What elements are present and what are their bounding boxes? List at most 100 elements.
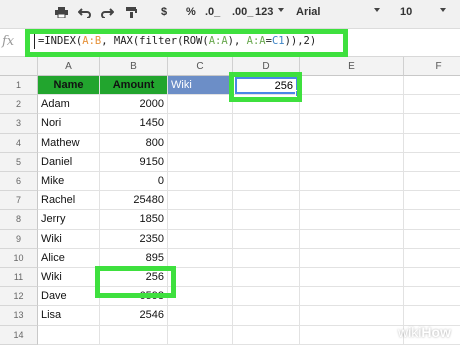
cell[interactable]: [300, 95, 404, 115]
cell-name-header[interactable]: Name: [38, 76, 100, 96]
cell[interactable]: [168, 325, 233, 345]
cell[interactable]: [404, 191, 460, 211]
cell[interactable]: [300, 152, 404, 172]
cell[interactable]: [168, 306, 233, 326]
row-header-11[interactable]: 11: [0, 268, 38, 288]
cell[interactable]: [404, 249, 460, 268]
cell[interactable]: [404, 153, 460, 172]
row-header-5[interactable]: 5: [0, 152, 38, 172]
row-header-13[interactable]: 13: [0, 306, 38, 326]
cell[interactable]: [38, 325, 100, 345]
cell-name[interactable]: Adam: [38, 95, 100, 115]
cell-name[interactable]: Wiki: [38, 268, 100, 288]
row-header-1[interactable]: 1: [0, 76, 38, 96]
formula-input[interactable]: =INDEX(A:B, MAX(filter(ROW(A:A), A:A=C1)…: [38, 35, 316, 47]
cell[interactable]: [404, 114, 460, 134]
cell-amount[interactable]: 2546: [100, 306, 168, 326]
cell[interactable]: [233, 229, 300, 249]
select-all-corner[interactable]: [0, 57, 38, 76]
cell-amount[interactable]: 0: [100, 172, 168, 192]
cell[interactable]: [168, 152, 233, 172]
cell[interactable]: [233, 133, 300, 153]
cell-amount[interactable]: 1450: [100, 114, 168, 134]
cell-amount[interactable]: 800: [100, 133, 168, 153]
increase-decimal-button[interactable]: .00_: [232, 6, 253, 18]
cell-amount-header[interactable]: Amount: [100, 76, 168, 96]
row-header-2[interactable]: 2: [0, 95, 38, 115]
cell-amount[interactable]: 1850: [100, 210, 168, 230]
cell[interactable]: [168, 248, 233, 268]
cell-name[interactable]: Nori: [38, 114, 100, 134]
column-header-f[interactable]: F: [404, 57, 460, 76]
cell[interactable]: [300, 210, 404, 230]
cell-name[interactable]: Rachel: [38, 191, 100, 211]
cell[interactable]: [168, 95, 233, 115]
cell[interactable]: [233, 210, 300, 230]
cell[interactable]: [300, 229, 404, 249]
cell[interactable]: [168, 287, 233, 307]
cell[interactable]: [300, 133, 404, 153]
row-header-12[interactable]: 12: [0, 287, 38, 307]
number-format-dropdown[interactable]: 123: [255, 6, 273, 18]
cell[interactable]: [233, 248, 300, 268]
cell[interactable]: [404, 172, 460, 192]
undo-icon[interactable]: [78, 7, 91, 18]
paint-format-icon[interactable]: [125, 7, 138, 18]
cell-name[interactable]: Dave: [38, 287, 100, 307]
row-header-8[interactable]: 8: [0, 210, 38, 230]
cell[interactable]: [233, 268, 300, 288]
column-header-b[interactable]: B: [100, 57, 168, 76]
cell[interactable]: [100, 325, 168, 345]
row-header-6[interactable]: 6: [0, 172, 38, 192]
cell[interactable]: [233, 172, 300, 192]
font-family-dropdown[interactable]: Arial: [296, 6, 320, 18]
cell[interactable]: [300, 306, 404, 326]
cell[interactable]: [233, 287, 300, 307]
cell-amount[interactable]: 2350: [100, 229, 168, 249]
row-header-3[interactable]: 3: [0, 114, 38, 134]
cell[interactable]: [168, 172, 233, 192]
row-header-10[interactable]: 10: [0, 248, 38, 268]
cell-name[interactable]: Mike: [38, 172, 100, 192]
cell[interactable]: [168, 229, 233, 249]
cell-name[interactable]: Lisa: [38, 306, 100, 326]
percent-format-button[interactable]: %: [186, 6, 196, 18]
cell[interactable]: [404, 95, 460, 115]
cell-name[interactable]: Wiki: [38, 229, 100, 249]
cell-name[interactable]: Alice: [38, 248, 100, 268]
row-header-4[interactable]: 4: [0, 133, 38, 153]
cell[interactable]: [300, 172, 404, 192]
print-icon[interactable]: [55, 7, 68, 18]
cell[interactable]: [404, 210, 460, 230]
cell[interactable]: [168, 114, 233, 134]
cell[interactable]: [404, 76, 460, 96]
cell-lookup-value[interactable]: Wiki: [168, 76, 233, 96]
decrease-decimal-button[interactable]: .0_: [205, 6, 220, 18]
cell[interactable]: [300, 191, 404, 211]
cell[interactable]: [404, 287, 460, 307]
cell[interactable]: [404, 268, 460, 288]
cell[interactable]: [233, 114, 300, 134]
cell[interactable]: [404, 306, 460, 326]
cell[interactable]: [233, 152, 300, 172]
cell-name[interactable]: Mathew: [38, 133, 100, 153]
row-header-9[interactable]: 9: [0, 229, 38, 249]
cell-name[interactable]: Daniel: [38, 152, 100, 172]
column-header-c[interactable]: C: [168, 57, 233, 76]
redo-icon[interactable]: [101, 7, 114, 18]
cell[interactable]: [300, 248, 404, 268]
cell-amount[interactable]: 2000: [100, 95, 168, 115]
cell[interactable]: [233, 191, 300, 211]
cell[interactable]: [168, 268, 233, 288]
cell[interactable]: [168, 133, 233, 153]
row-header-7[interactable]: 7: [0, 191, 38, 211]
column-header-e[interactable]: E: [300, 57, 404, 76]
cell-amount[interactable]: 9150: [100, 152, 168, 172]
cell[interactable]: [233, 306, 300, 326]
cell[interactable]: [168, 191, 233, 211]
cell[interactable]: [300, 287, 404, 307]
cell[interactable]: [404, 230, 460, 249]
cell[interactable]: [168, 210, 233, 230]
column-header-a[interactable]: A: [38, 57, 100, 76]
cell[interactable]: [300, 114, 404, 134]
